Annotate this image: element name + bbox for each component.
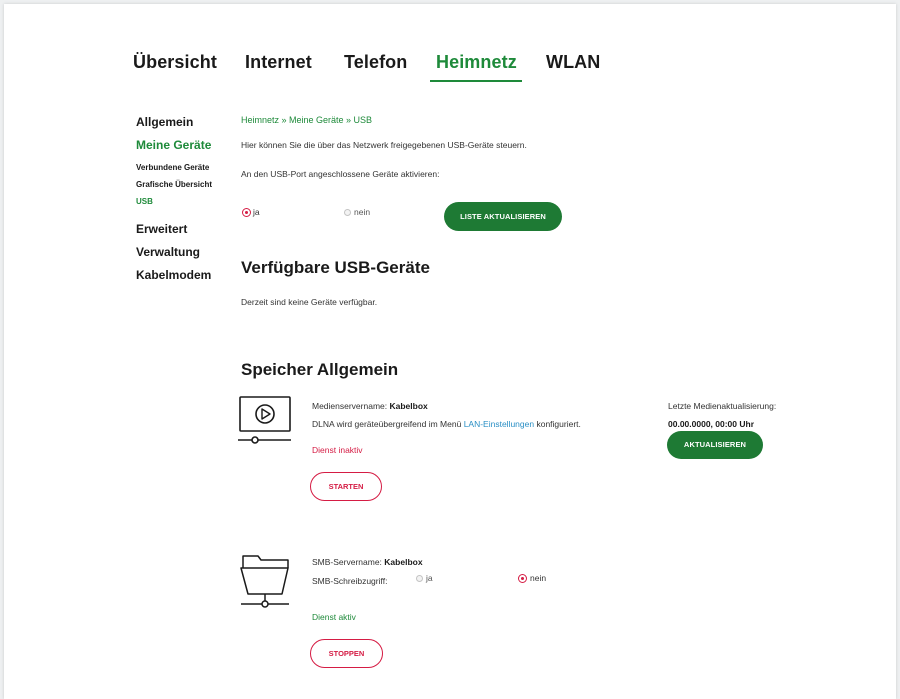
sidebar-item-allgemein[interactable]: Allgemein	[136, 115, 193, 129]
sidebar-item-verbundene-geraete[interactable]: Verbundene Geräte	[136, 163, 209, 172]
storage-heading: Speicher Allgemein	[241, 360, 399, 379]
main-panel	[4, 4, 896, 699]
smb-server-name: SMB-Servername: Kabelbox	[312, 557, 423, 567]
available-devices-text: Derzeit sind keine Geräte verfügbar.	[241, 297, 378, 307]
active-tab-underline	[430, 80, 522, 82]
update-media-button[interactable]: AKTUALISIEREN	[667, 431, 763, 459]
tab-wlan[interactable]: WLAN	[546, 52, 600, 73]
intro-text: Hier können Sie die über das Netzwerk fr…	[241, 140, 527, 150]
sidebar-item-usb[interactable]: USB	[136, 197, 153, 206]
sidebar-item-verwaltung[interactable]: Verwaltung	[136, 245, 200, 259]
usb-port-label: An den USB-Port angeschlossene Geräte ak…	[241, 169, 440, 179]
smb-write-label-nein: nein	[530, 573, 547, 583]
lan-settings-link[interactable]: LAN-Einstellungen	[464, 419, 534, 429]
smb-service-status: Dienst aktiv	[312, 612, 356, 622]
sidebar-item-kabelmodem[interactable]: Kabelmodem	[136, 268, 211, 282]
stop-smb-button[interactable]: STOPPEN	[310, 639, 383, 668]
sidebar-item-grafische-uebersicht[interactable]: Grafische Übersicht	[136, 180, 212, 189]
usb-port-label-ja: ja	[253, 207, 260, 217]
usb-port-label-nein: nein	[354, 207, 371, 217]
network-folder-icon	[240, 555, 289, 608]
smb-write-radio-nein[interactable]	[518, 574, 527, 583]
last-update-value: 00.00.0000, 00:00 Uhr	[668, 419, 755, 429]
smb-write-label-ja: ja	[426, 573, 433, 583]
available-devices-heading: Verfügbare USB-Geräte	[241, 258, 430, 277]
sidebar-item-meine-geraete[interactable]: Meine Geräte	[136, 138, 211, 152]
sidebar-item-erweitert[interactable]: Erweitert	[136, 222, 187, 236]
smb-server-name-value: Kabelbox	[384, 557, 423, 567]
tab-uebersicht[interactable]: Übersicht	[133, 52, 217, 73]
smb-write-radio-ja[interactable]	[416, 575, 423, 582]
usb-port-radio-nein[interactable]	[344, 209, 351, 216]
refresh-list-button[interactable]: LISTE AKTUALISIEREN	[444, 202, 562, 231]
media-service-status: Dienst inaktiv	[312, 445, 363, 455]
smb-write-label: SMB-Schreibzugriff:	[312, 576, 388, 586]
start-media-button[interactable]: STARTEN	[310, 472, 382, 501]
usb-port-radio-ja[interactable]	[242, 208, 251, 217]
media-server-name: Medienservername: Kabelbox	[312, 401, 428, 411]
last-update-label: Letzte Medienaktualisierung:	[668, 401, 777, 411]
tab-internet[interactable]: Internet	[245, 52, 312, 73]
breadcrumb[interactable]: Heimnetz » Meine Geräte » USB	[241, 115, 372, 125]
tab-heimnetz[interactable]: Heimnetz	[436, 52, 517, 73]
media-server-name-value: Kabelbox	[389, 401, 428, 411]
tab-telefon[interactable]: Telefon	[344, 52, 407, 73]
media-player-icon	[238, 396, 291, 444]
dlna-info: DLNA wird geräteübergreifend im Menü LAN…	[312, 419, 581, 429]
